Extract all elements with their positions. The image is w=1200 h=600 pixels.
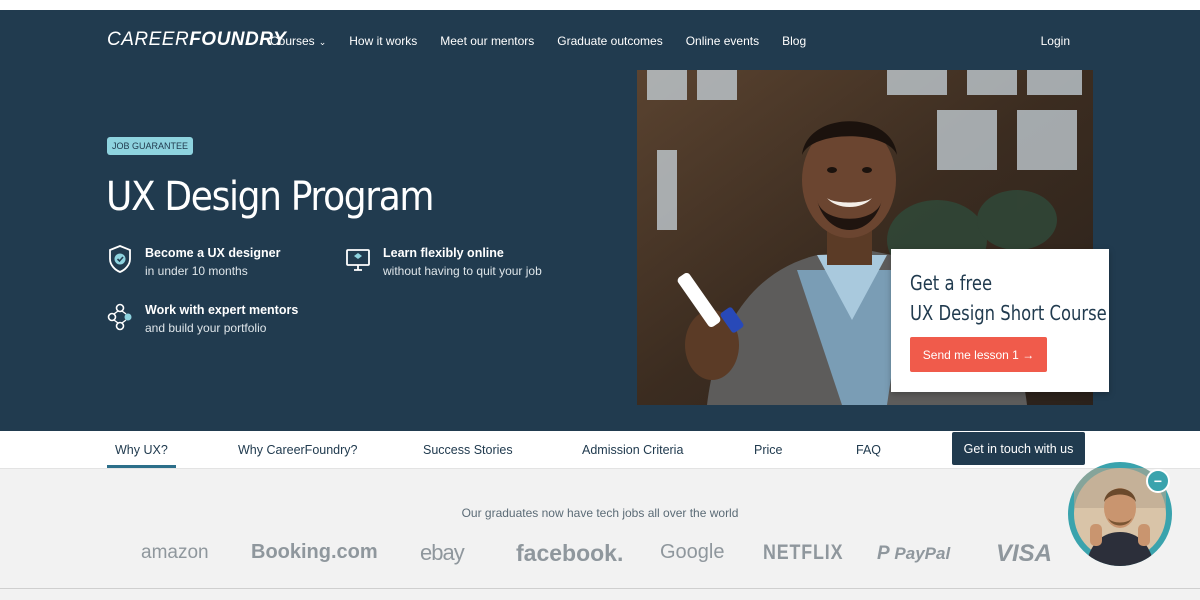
card-heading-line1: Get a free [910, 271, 993, 295]
feature-expert-mentors: Work with expert mentors and build your … [107, 301, 298, 338]
nav-online-events[interactable]: Online events [686, 34, 759, 48]
nav-courses[interactable]: Courses ⌄ [270, 34, 326, 48]
minimize-video-button[interactable]: − [1146, 469, 1170, 493]
page-divider [0, 588, 1200, 589]
top-strip [0, 0, 1200, 10]
tab-faq[interactable]: FAQ [856, 431, 881, 468]
hero-section: CAREERFOUNDRY Courses ⌄ How it works Meet… [0, 10, 1200, 431]
main-nav: Courses ⌄ How it works Meet our mentors G… [270, 34, 829, 48]
monitor-icon [346, 249, 370, 271]
feature-learn-online: Learn flexibly online without having to … [345, 244, 542, 281]
mentors-network-icon [107, 303, 132, 331]
employer-logos: amazon Booking.com ebay facebook. Google… [0, 540, 1200, 570]
get-in-touch-button[interactable]: Get in touch with us [952, 432, 1085, 465]
nav-blog[interactable]: Blog [782, 34, 806, 48]
nav-how-it-works[interactable]: How it works [349, 34, 417, 48]
free-course-card: Get a free UX Design Short Course Send m… [891, 249, 1109, 392]
card-heading-line2: UX Design Short Course [910, 301, 1107, 325]
tab-admission-criteria[interactable]: Admission Criteria [582, 431, 683, 468]
visa-logo: VISA [996, 540, 1053, 567]
tab-price[interactable]: Price [754, 431, 782, 468]
page-title: UX Design Program [106, 174, 434, 220]
booking-logo: Booking.com [251, 541, 378, 563]
shield-check-icon [109, 245, 131, 273]
tab-success-stories[interactable]: Success Stories [423, 431, 513, 468]
graduates-caption: Our graduates now have tech jobs all ove… [461, 506, 739, 520]
chevron-down-icon: ⌄ [318, 37, 327, 47]
paypal-p-icon: P [877, 543, 890, 564]
job-guarantee-badge: JOB GUARANTEE [107, 137, 194, 155]
tab-why-careerfoundry[interactable]: Why CareerFoundry? [238, 431, 358, 468]
netflix-logo: NETFLIX [763, 541, 844, 564]
login-link[interactable]: Login [1041, 34, 1070, 48]
google-logo: Google [660, 541, 725, 563]
paypal-logo: P PayPal [877, 543, 951, 564]
ebay-logo: ebay [420, 540, 465, 565]
nav-graduate-outcomes[interactable]: Graduate outcomes [557, 34, 662, 48]
careerfoundry-logo[interactable]: CAREERFOUNDRY [107, 29, 286, 51]
tab-why-ux[interactable]: Why UX? [107, 431, 176, 468]
nav-meet-mentors[interactable]: Meet our mentors [440, 34, 534, 48]
send-lesson-button[interactable]: Send me lesson 1 → [910, 337, 1047, 372]
section-subnav: Why UX? Why CareerFoundry? Success Stori… [0, 431, 1200, 469]
facebook-logo: facebook. [516, 540, 624, 566]
feature-ux-designer: Become a UX designer in under 10 months [107, 244, 280, 281]
amazon-logo: amazon [141, 542, 209, 563]
